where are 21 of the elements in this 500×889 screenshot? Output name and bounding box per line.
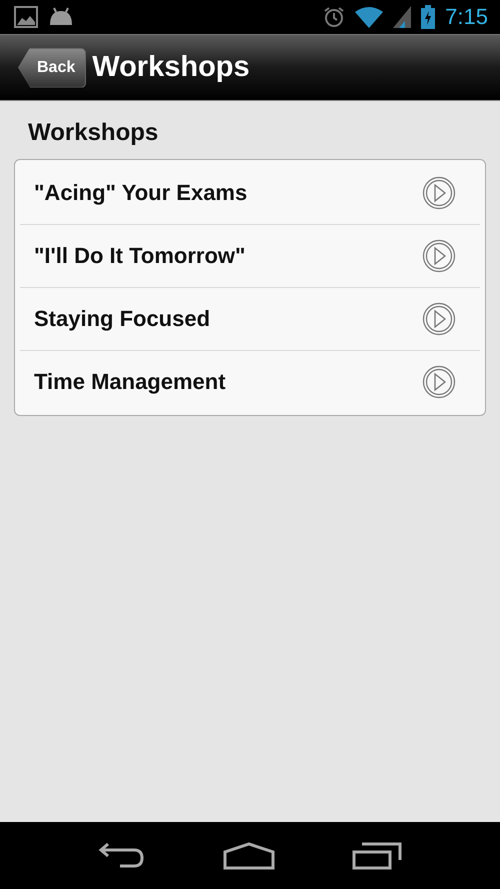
back-icon[interactable] bbox=[98, 842, 146, 870]
battery-icon bbox=[421, 5, 436, 29]
screen-title: Workshops bbox=[92, 51, 250, 84]
recent-apps-icon[interactable] bbox=[352, 842, 402, 870]
workshop-item[interactable]: "I'll Do It Tomorrow" bbox=[20, 225, 480, 288]
workshop-item[interactable]: Staying Focused bbox=[20, 288, 480, 351]
play-circle-icon bbox=[422, 365, 456, 399]
workshop-item[interactable]: "Acing" Your Exams bbox=[20, 162, 480, 225]
play-circle-icon bbox=[422, 302, 456, 336]
wifi-icon bbox=[355, 6, 384, 28]
signal-icon bbox=[393, 6, 412, 28]
clock-time: 7:15 bbox=[445, 4, 488, 30]
workshop-item[interactable]: Time Management bbox=[20, 351, 480, 413]
section-title: Workshops bbox=[27, 119, 160, 147]
home-icon[interactable] bbox=[222, 842, 275, 870]
play-circle-icon bbox=[422, 176, 456, 210]
picture-icon bbox=[14, 6, 38, 28]
android-icon bbox=[48, 7, 74, 27]
play-circle-icon bbox=[422, 239, 456, 273]
alarm-icon bbox=[323, 6, 346, 28]
back-button[interactable]: Back bbox=[18, 48, 86, 88]
